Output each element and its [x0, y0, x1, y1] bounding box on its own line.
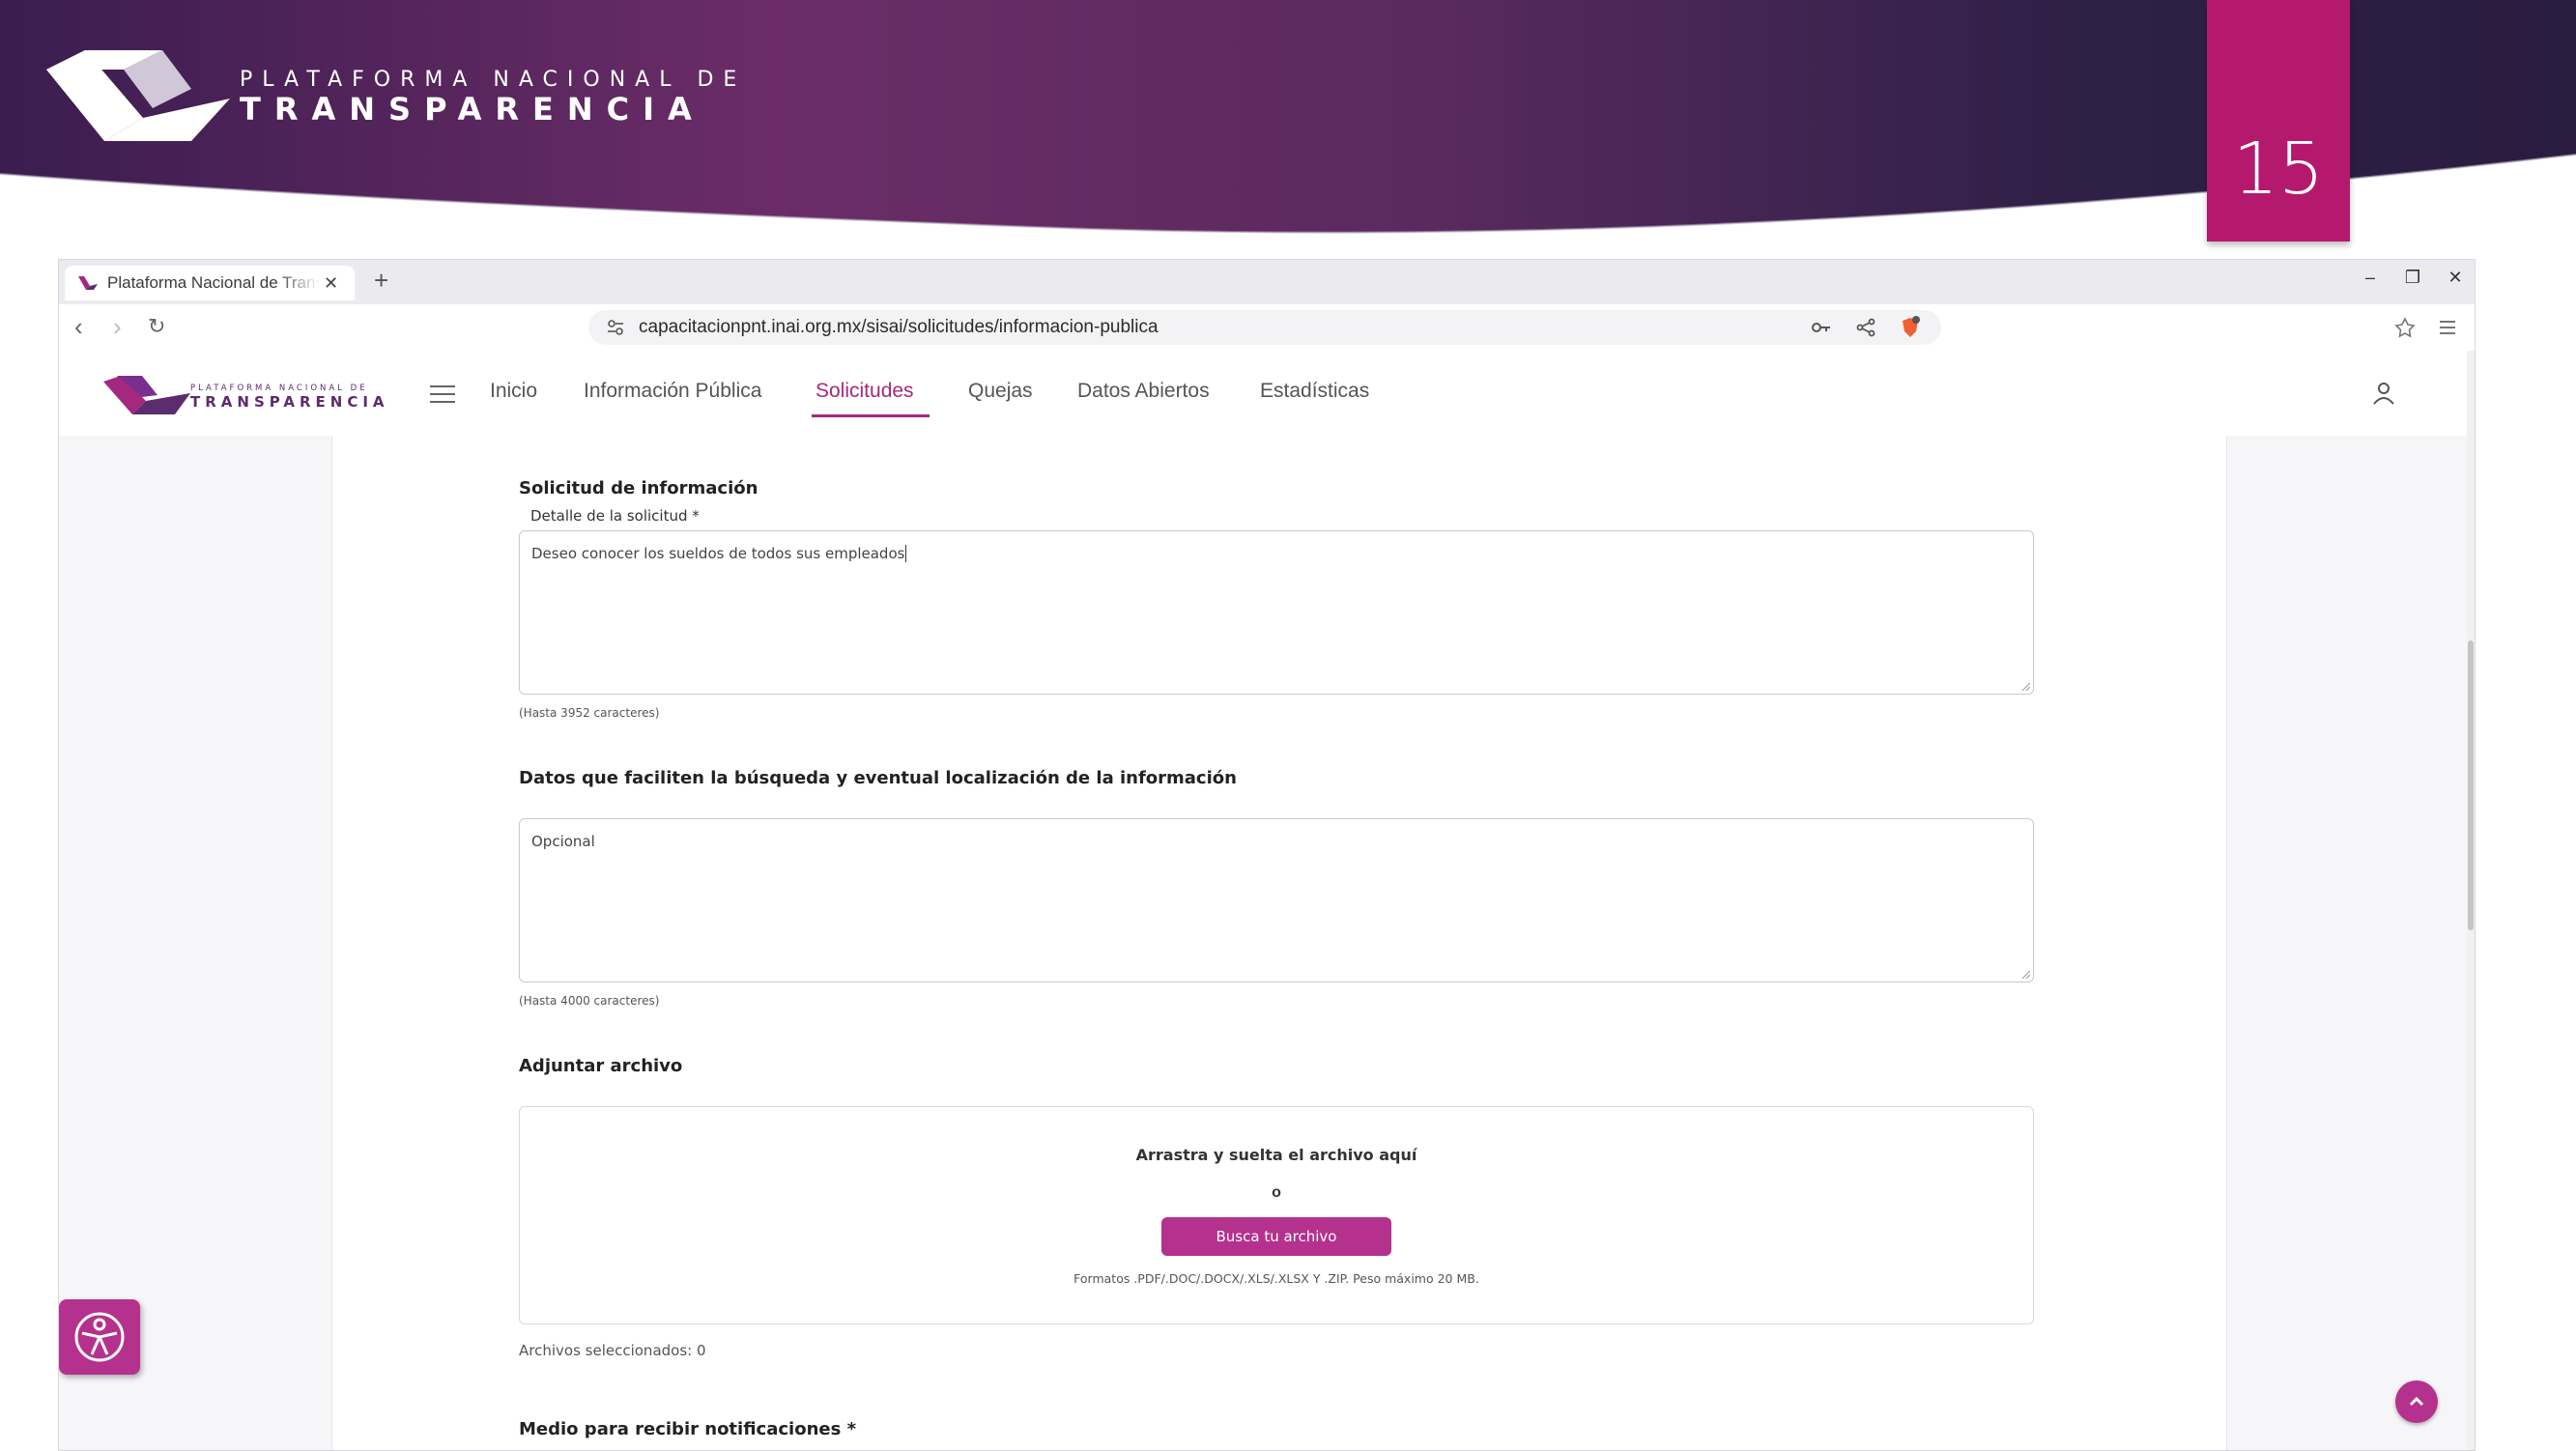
nav-estadisticas[interactable]: Estadísticas [1260, 380, 1369, 403]
restore-icon[interactable]: ❐ [2403, 268, 2422, 288]
nav-inicio[interactable]: Inicio [490, 380, 537, 403]
section-title-search-data: Datos que faciliten la búsqueda y eventu… [519, 768, 1237, 788]
browser-toolbar: ‹ › ↻ capacitacionpnt.inai.org.mx/sisai/… [59, 304, 2475, 352]
nav-solicitudes[interactable]: Solicitudes [816, 380, 914, 403]
search-data-textarea[interactable]: Opcional [519, 818, 2034, 982]
hamburger-menu-icon[interactable] [430, 385, 455, 403]
resize-grip-icon[interactable] [2020, 681, 2030, 691]
window-controls: – ❐ ✕ [2361, 268, 2465, 288]
site-brand-top: PLATAFORMA NACIONAL DE [190, 384, 368, 393]
section-title-notifications: Medio para recibir notificaciones * [519, 1419, 856, 1439]
page-scrollbar[interactable] [2467, 351, 2475, 1450]
resize-grip-icon[interactable] [2020, 969, 2030, 979]
reload-icon[interactable]: ↻ [148, 314, 165, 339]
scroll-to-top-button[interactable] [2395, 1380, 2438, 1423]
toolbar-actions [2393, 316, 2459, 339]
file-dropzone[interactable]: Arrastra y suelta el archivo aquí o Busc… [519, 1106, 2034, 1324]
search-data-char-limit: (Hasta 4000 caracteres) [519, 994, 660, 1008]
forward-icon[interactable]: › [113, 312, 122, 342]
request-detail-textarea[interactable]: Deseo conocer los sueldos de todos sus e… [519, 530, 2034, 695]
site-brand-main: TRANSPARENCIA [190, 393, 389, 411]
brand-logo [46, 50, 230, 141]
slide-number: 15 [2207, 0, 2350, 242]
nav-quejas[interactable]: Quejas [968, 380, 1033, 403]
url-text: capacitacionpnt.inai.org.mx/sisai/solici… [639, 317, 1159, 337]
chevron-up-icon [2409, 1396, 2424, 1407]
section-title-request: Solicitud de información [519, 478, 758, 498]
brand-title-main: TRANSPARENCIA [240, 91, 705, 128]
address-bar[interactable]: capacitacionpnt.inai.org.mx/sisai/solici… [588, 310, 1941, 345]
site-header: PLATAFORMA NACIONAL DE TRANSPARENCIA Ini… [59, 351, 2467, 436]
rewards-icon[interactable] [2393, 316, 2417, 339]
scroll-thumb[interactable] [2468, 640, 2474, 930]
new-tab-icon[interactable]: + [374, 266, 388, 296]
accessibility-button[interactable] [59, 1299, 140, 1375]
browse-file-button[interactable]: Busca tu archivo [1161, 1217, 1391, 1256]
tab-bar: Plataforma Nacional de Transparencia ✕ +… [59, 260, 2475, 304]
brand-title-top: PLATAFORMA NACIONAL DE [240, 68, 747, 92]
nav-datos-abiertos[interactable]: Datos Abiertos [1077, 380, 1210, 403]
close-tab-icon[interactable]: ✕ [324, 273, 338, 294]
selected-files-count: Archivos seleccionados: 0 [519, 1342, 706, 1359]
accessibility-icon [74, 1312, 125, 1362]
browser-window: Plataforma Nacional de Transparencia ✕ +… [58, 259, 2476, 1451]
key-icon[interactable] [1810, 316, 1833, 339]
browser-tab[interactable]: Plataforma Nacional de Transparencia ✕ [65, 266, 355, 300]
dropzone-title: Arrastra y suelta el archivo aquí [1135, 1146, 1417, 1164]
site-logo[interactable] [103, 376, 190, 414]
request-detail-value: Deseo conocer los sueldos de todos sus e… [531, 545, 905, 562]
brave-shield-icon[interactable] [1899, 316, 1922, 339]
site-settings-icon[interactable] [606, 318, 625, 337]
address-bar-actions [1810, 316, 1922, 339]
section-title-attach: Adjuntar archivo [519, 1056, 683, 1076]
dropzone-or: o [1272, 1184, 1281, 1201]
active-nav-indicator [812, 414, 930, 417]
close-window-icon[interactable]: ✕ [2446, 268, 2465, 288]
minimize-icon[interactable]: – [2361, 268, 2380, 288]
nav-informacion-publica[interactable]: Información Pública [584, 380, 761, 403]
tab-title: Plataforma Nacional de Transparencia [107, 273, 320, 292]
favicon-icon [78, 276, 98, 290]
user-account-icon[interactable] [2370, 380, 2397, 407]
menu-icon[interactable] [2436, 316, 2459, 339]
detail-label: Detalle de la solicitud * [530, 507, 700, 525]
search-data-placeholder: Opcional [531, 833, 595, 850]
detail-char-limit: (Hasta 3952 caracteres) [519, 706, 660, 720]
accepted-formats: Formatos .PDF/.DOC/.DOCX/.XLS/.XLSX Y .Z… [1073, 1271, 1479, 1286]
share-icon[interactable] [1854, 316, 1877, 339]
back-icon[interactable]: ‹ [74, 312, 83, 342]
